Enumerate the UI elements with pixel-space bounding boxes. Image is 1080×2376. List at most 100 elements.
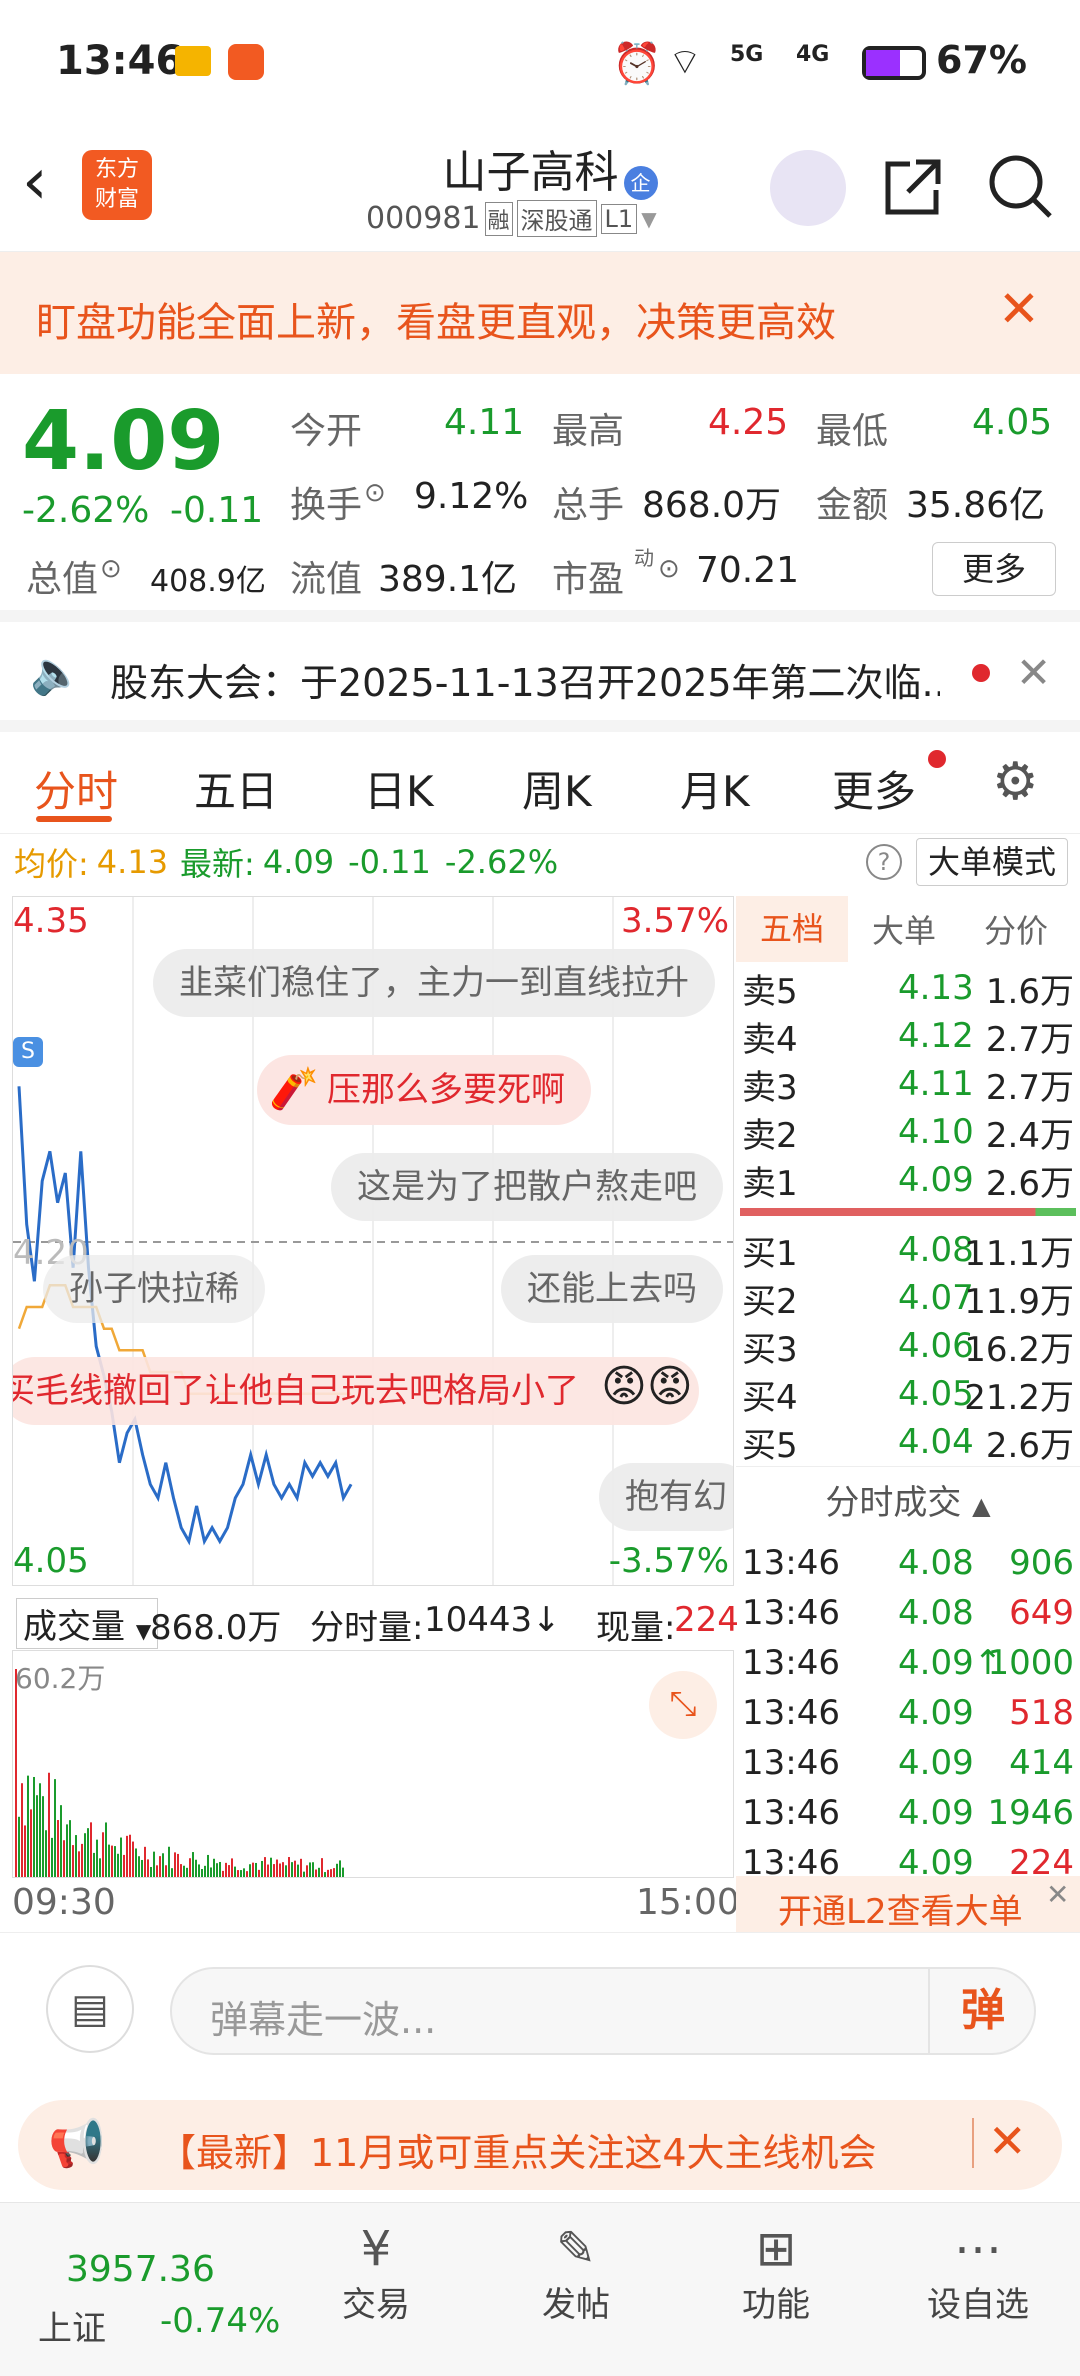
tab-more[interactable]: 更多: [832, 758, 916, 819]
index-ticker[interactable]: 3957.36 上证 -0.74%: [26, 2223, 280, 2363]
tick-list: 13:46 4.08 906 13:46 4.08 649 13:46 4.09↑ 1000 13…: [736, 1538, 1080, 1888]
level-label: 卖4: [742, 1019, 798, 1060]
volume-bar: [222, 1870, 224, 1877]
help-icon[interactable]: ?: [866, 844, 902, 880]
sell-level-row[interactable]: 卖1 4.09 2.6万: [736, 1156, 1080, 1204]
notification-icon: [175, 46, 211, 76]
more-button[interactable]: 更多: [932, 542, 1056, 596]
volume-bar: [213, 1858, 215, 1877]
close-icon[interactable]: ✕: [988, 2114, 1027, 2168]
volume-bar: [189, 1858, 191, 1877]
tab-five-levels[interactable]: 五档: [736, 896, 848, 962]
caret-up-icon: ▲: [972, 1492, 991, 1520]
tick-time: 13:46: [742, 1793, 840, 1833]
info-icon[interactable]: ⊙: [100, 554, 122, 584]
nav-post[interactable]: ✎ 发帖: [518, 2221, 634, 2326]
buy-level-row[interactable]: 买5 4.04 2.6万: [736, 1418, 1080, 1466]
volume-bar: [48, 1772, 50, 1877]
volume-bar: [129, 1834, 131, 1877]
volume-bar: [300, 1858, 302, 1877]
danmu-send-button[interactable]: 弹: [928, 1969, 1036, 2053]
buy-level-row[interactable]: 买2 4.07 11.9万: [736, 1274, 1080, 1322]
nav-trade-label: 交易: [342, 2285, 410, 2325]
volume-bar: [288, 1857, 290, 1877]
float-label: 流值: [290, 559, 363, 600]
tick-price: 4.09: [898, 1793, 974, 1833]
tab-weekly-k[interactable]: 周K: [522, 758, 592, 819]
info-icon[interactable]: ⊙: [364, 478, 386, 508]
nav-add-watchlist[interactable]: ⋯ 设自选: [910, 2221, 1046, 2326]
tick-time: 13:46: [742, 1743, 840, 1783]
tab-five-day[interactable]: 五日: [194, 758, 278, 819]
dropdown-icon[interactable]: ▼: [641, 207, 656, 231]
ticks-header[interactable]: 分时成交 ▲: [736, 1466, 1080, 1538]
feature-banner[interactable]: 盯盘功能全面上新，看盘更直观，决策更高效 ✕: [0, 252, 1080, 374]
tick-volume: 906: [1009, 1543, 1074, 1583]
order-book: 五档 大单 分价 卖5 4.13 1.6万 卖4 4.12 2.7万 卖3 4.11 2.7万卖…: [736, 896, 1080, 1932]
danmu-input[interactable]: 弹幕走一波... 弹: [170, 1967, 1036, 2055]
back-icon[interactable]: ‹: [22, 150, 48, 214]
nav-trade[interactable]: ¥ 交易: [318, 2221, 434, 2326]
level-price: 4.11: [898, 1064, 974, 1104]
volume-label: 总手: [552, 485, 625, 526]
info-icon[interactable]: ⊙: [658, 554, 680, 584]
volume-chart[interactable]: 60.2万 ⤡: [12, 1650, 734, 1878]
level-volume: 2.6万: [985, 1163, 1074, 1204]
volume-dropdown[interactable]: 成交量 ▼: [16, 1598, 159, 1649]
grid-icon: ⊞: [755, 2221, 797, 2277]
sell-level-row[interactable]: 卖3 4.11 2.7万: [736, 1060, 1080, 1108]
notice-text: 股东大会：于2025-11-13召开2025年第二次临...: [110, 661, 940, 705]
promo-banner[interactable]: 📢 【最新】11月或可重点关注这4大主线机会 ✕: [18, 2100, 1062, 2190]
volume-bar: [30, 1809, 32, 1877]
expand-icon[interactable]: ⤡: [649, 1671, 717, 1739]
buy-level-row[interactable]: 买1 4.08 11.1万: [736, 1226, 1080, 1274]
share-icon[interactable]: [880, 154, 946, 220]
volume-bar: [162, 1853, 164, 1877]
buy-level-row[interactable]: 买4 4.05 21.2万: [736, 1370, 1080, 1418]
level-label: 卖5: [742, 971, 798, 1012]
volume-bar: [57, 1820, 59, 1877]
volume-bar: [240, 1870, 242, 1877]
level-volume: 2.7万: [985, 1067, 1074, 1108]
tab-monthly-k[interactable]: 月K: [680, 758, 750, 819]
danmu-settings-icon[interactable]: ▤: [46, 1965, 134, 2053]
pe-value: 70.21: [696, 550, 800, 591]
volume-bar: [279, 1863, 281, 1877]
stock-code-row[interactable]: 000981 融 深股通 L1 ▼: [366, 200, 657, 237]
ticks-title: 分时成交: [825, 1483, 962, 1523]
sell-level-row[interactable]: 卖5 4.13 1.6万: [736, 964, 1080, 1012]
index-percent: -0.74%: [160, 2301, 281, 2341]
tab-daily-k[interactable]: 日K: [364, 758, 434, 819]
large-order-mode-button[interactable]: 大单模式: [916, 838, 1068, 886]
tab-intraday[interactable]: 分时: [34, 758, 118, 819]
danmu-bubble-vip: 买毛线撤回了让他自己玩去吧格局小了: [13, 1357, 699, 1425]
notice-bar[interactable]: 🔈 股东大会：于2025-11-13召开2025年第二次临... ✕: [0, 622, 1080, 732]
tick-volume: 649: [1009, 1593, 1074, 1633]
close-icon[interactable]: ✕: [1016, 648, 1051, 697]
intraday-chart[interactable]: 4.35 3.57% 4.20 4.05 -3.57% S 韭菜们稳住了，主力一…: [12, 896, 734, 1586]
sell-level-row[interactable]: 卖4 4.12 2.7万: [736, 1012, 1080, 1060]
sell-level-row[interactable]: 卖2 4.10 2.4万: [736, 1108, 1080, 1156]
level-price: 4.13: [898, 968, 974, 1008]
close-icon[interactable]: ✕: [998, 280, 1040, 338]
close-icon[interactable]: ✕: [1046, 1878, 1069, 1911]
level-price: 4.07: [898, 1278, 974, 1318]
l2-promo[interactable]: 开通L2查看大单 ✕: [736, 1876, 1080, 1932]
volume-bar: [24, 1825, 26, 1877]
tab-price-dist[interactable]: 分价: [960, 906, 1072, 952]
nav-functions[interactable]: ⊞ 功能: [718, 2221, 834, 2326]
tick-price: 4.08: [898, 1593, 974, 1633]
volume-bar: [258, 1869, 260, 1877]
volume-bar: [174, 1852, 176, 1877]
volume-bar: [180, 1864, 182, 1877]
buy-level-row[interactable]: 买3 4.06 16.2万: [736, 1322, 1080, 1370]
volume-bar: [219, 1861, 221, 1877]
robot-assistant-icon[interactable]: [770, 150, 846, 226]
level-volume: 1.6万: [985, 971, 1074, 1012]
settings-gear-icon[interactable]: ⚙: [992, 752, 1039, 812]
tab-large-orders[interactable]: 大单: [848, 906, 960, 952]
search-icon[interactable]: [986, 152, 1056, 222]
danmu-bubble: 韭菜们稳住了，主力一到直线拉升: [153, 949, 715, 1017]
signal-s-marker[interactable]: S: [13, 1037, 43, 1067]
stock-title[interactable]: 山子高科 企: [420, 136, 680, 200]
